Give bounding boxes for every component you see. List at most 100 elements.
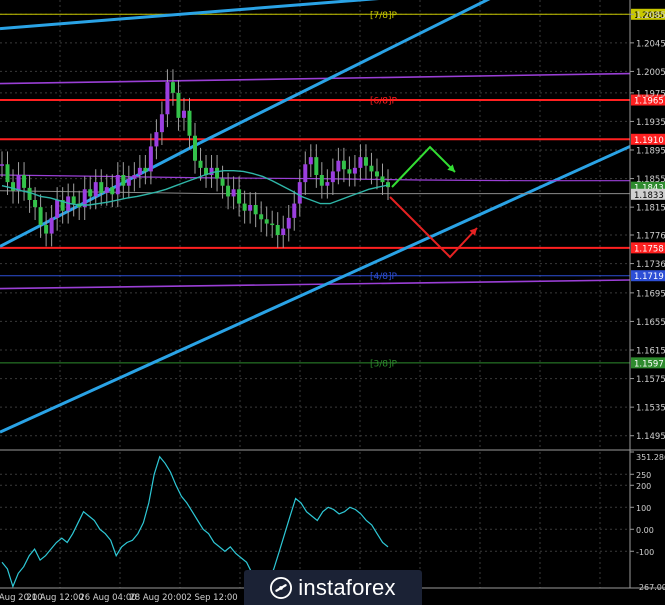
candle-body — [275, 225, 280, 235]
candle-body — [154, 132, 159, 147]
candle-body — [44, 225, 49, 234]
price-tick-label: 1.1935 — [636, 118, 665, 128]
chart-background — [0, 0, 665, 605]
candle-body — [303, 164, 308, 183]
price-tick-label: 1.1776 — [636, 232, 665, 242]
candle-body — [0, 164, 4, 166]
candle-body — [292, 203, 297, 218]
candle-body — [16, 175, 21, 191]
price-tick-label: 1.2005 — [636, 68, 665, 78]
murrey-level-label: [7/8]P — [370, 11, 398, 21]
murrey-level-label: [3/8]P — [370, 359, 398, 369]
candle-body — [159, 114, 164, 133]
candle-body — [369, 165, 374, 172]
candle-body — [264, 219, 269, 224]
price-tick-label: 1.1736 — [636, 260, 665, 270]
candle-body — [99, 182, 104, 193]
candle-body — [281, 228, 286, 235]
price-tick-label: 1.1535 — [636, 404, 665, 414]
candle-body — [104, 187, 109, 193]
candle-body — [176, 92, 181, 118]
price-tick-label: 1.1975 — [636, 89, 665, 99]
candle-body — [38, 207, 43, 225]
price-tick-label: 1.1615 — [636, 347, 665, 357]
candle-body — [93, 182, 98, 197]
price-tick-label: 1.1895 — [636, 147, 665, 157]
forex-chart: [7/8]P 1.2085[6/8]P 1.19651.19101.1758[4/8… — [0, 0, 665, 605]
candle-body — [121, 175, 126, 186]
price-tick-label: 1.1815 — [636, 204, 665, 214]
price-tick-label: 1.1855 — [636, 175, 665, 185]
brand-logo-text: instaforex — [298, 574, 396, 600]
candle-body — [198, 160, 203, 168]
price-tick-label: 1.2045 — [636, 39, 665, 49]
candle-body — [226, 185, 231, 197]
candle-body — [132, 175, 137, 179]
candle-body — [242, 203, 247, 211]
time-tick-label: 26 Aug 04:00 — [79, 593, 136, 603]
candle-body — [380, 176, 385, 183]
time-tick-label: 2 Sep 12:00 — [186, 593, 237, 603]
price-tick-label: 1.1575 — [636, 375, 665, 385]
candle-body — [330, 171, 335, 183]
cci-tick-label: -100 — [636, 548, 654, 557]
candle-body — [358, 157, 363, 168]
candle-body — [71, 196, 76, 204]
candle-body — [193, 135, 197, 161]
cci-tick-label: 250 — [636, 471, 651, 480]
cci-tick-label: 100 — [636, 504, 651, 513]
candle-body — [115, 175, 120, 195]
candle-body — [33, 200, 38, 208]
candle-body — [88, 189, 93, 197]
candle-body — [22, 175, 27, 188]
candle-body — [143, 167, 148, 172]
candle-body — [11, 182, 16, 191]
candle-body — [231, 189, 236, 197]
candle-body — [374, 171, 379, 177]
cci-tick-label: 200 — [636, 482, 651, 491]
level-price-tag-label: 1.1719 — [634, 272, 664, 282]
candle-body — [165, 82, 170, 115]
level-price-tag-label: 1.1758 — [634, 244, 664, 254]
candle-body — [363, 157, 368, 166]
time-tick-label: 28 Aug 20:00 — [129, 593, 186, 603]
candle-body — [259, 214, 264, 220]
price-tick-label: 1.1695 — [636, 289, 665, 299]
price-tick-label: 1.1495 — [636, 432, 665, 442]
candle-body — [352, 167, 357, 174]
candle-body — [325, 182, 330, 186]
candle-body — [286, 217, 291, 229]
candle-body — [270, 223, 275, 226]
candle-body — [341, 160, 346, 170]
candle-body — [126, 178, 131, 186]
candle-body — [148, 146, 153, 172]
candle-body — [170, 82, 175, 93]
brand-logo: instaforex — [244, 570, 422, 605]
candle-body — [137, 167, 142, 175]
murrey-level-label: [6/8]P — [370, 97, 398, 107]
level-price-tag-label: 1.1910 — [634, 136, 664, 146]
candle-body — [319, 175, 324, 186]
candle-body — [314, 157, 319, 175]
candle-body — [297, 182, 302, 204]
time-tick-label: 21 Aug 12:00 — [26, 593, 83, 603]
candle-body — [220, 178, 225, 186]
instaforex-logo-icon — [270, 576, 293, 599]
price-tick-label: 1.1655 — [636, 318, 665, 328]
candle-body — [237, 189, 242, 204]
candle-body — [110, 187, 115, 195]
candle-body — [49, 217, 54, 234]
candle-body — [27, 187, 32, 200]
candle-body — [308, 157, 313, 165]
candle-body — [215, 167, 220, 179]
candle-body — [336, 160, 341, 172]
murrey-level-label: [4/8]P — [370, 272, 398, 282]
cci-tick-label: 0.00 — [636, 526, 654, 535]
candle-body — [5, 164, 10, 183]
candle-body — [181, 110, 186, 118]
candle-body — [187, 110, 192, 136]
price-tick-label: 1.2085 — [636, 11, 665, 21]
candle-body — [253, 205, 258, 215]
candle-body — [347, 169, 352, 174]
cci-tick-label: 351.2867 — [636, 453, 665, 462]
